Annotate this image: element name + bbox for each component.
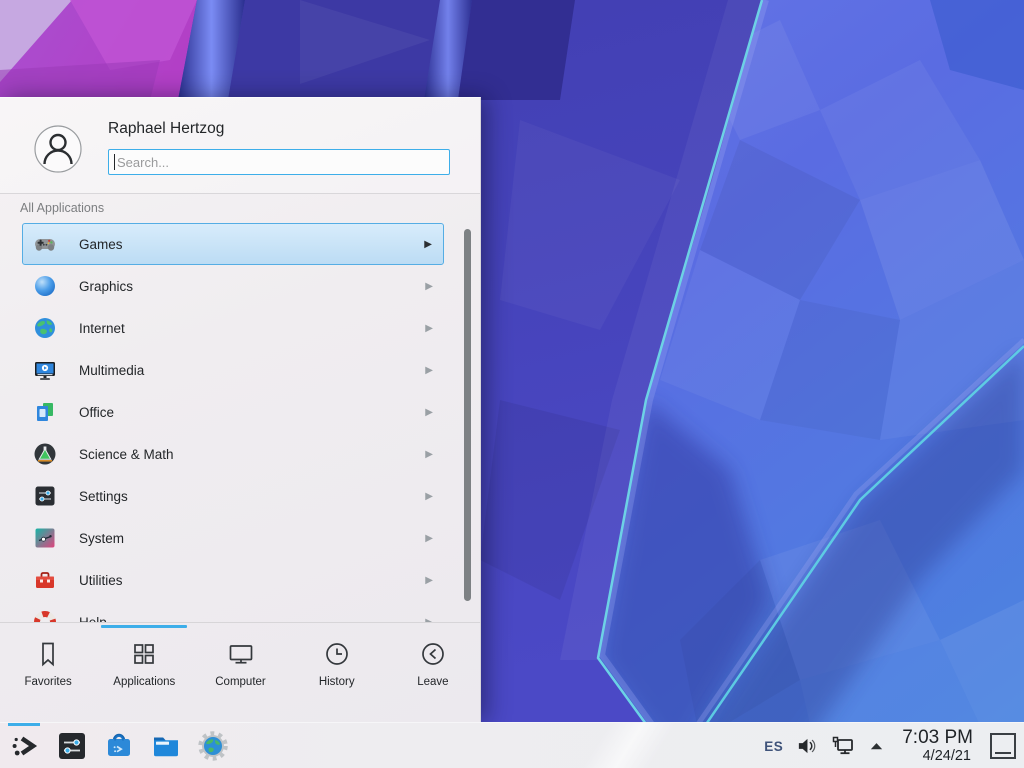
flask-icon [33, 442, 57, 466]
volume-icon[interactable] [796, 735, 817, 757]
user-avatar[interactable] [34, 125, 82, 173]
tab-leave[interactable]: Leave [385, 623, 481, 722]
toolbox-icon [33, 568, 57, 592]
category-row-system[interactable]: System ▶ [22, 517, 444, 559]
category-row-utilities[interactable]: Utilities ▶ [22, 559, 444, 601]
text-caret [114, 154, 115, 170]
system-tray: ES [764, 723, 1016, 768]
tab-history[interactable]: History [289, 623, 385, 722]
leave-icon [418, 639, 448, 669]
grid-icon [129, 639, 159, 669]
submenu-arrow-icon: ▶ [425, 449, 433, 460]
submenu-arrow-icon: ▶ [425, 491, 433, 502]
category-row-help[interactable]: Help ▶ [22, 601, 444, 623]
category-row-internet[interactable]: Internet ▶ [22, 307, 444, 349]
media-monitor-icon [33, 358, 57, 382]
submenu-arrow-icon: ▶ [425, 533, 433, 544]
discover-bag-icon [103, 730, 135, 762]
user-name: Raphael Hertzog [108, 120, 224, 138]
folder-icon [150, 730, 182, 762]
category-list: Games ▶ Graphics ▶ [0, 223, 481, 623]
category-row-settings[interactable]: Settings ▶ [22, 475, 444, 517]
digital-clock[interactable]: 7:03 PM 4/24/21 [902, 728, 973, 764]
clock-date: 4/24/21 [923, 749, 971, 764]
clock-time: 7:03 PM [902, 728, 973, 748]
system-settings-button[interactable] [55, 723, 89, 768]
submenu-arrow-icon: ▶ [425, 323, 433, 334]
category-row-multimedia[interactable]: Multimedia ▶ [22, 349, 444, 391]
keyboard-layout-indicator[interactable]: ES [764, 739, 783, 754]
sliders-icon [33, 484, 57, 508]
category-row-science-math[interactable]: Science & Math ▶ [22, 433, 444, 475]
globe-icon [33, 316, 57, 340]
application-launcher-button[interactable] [8, 723, 42, 768]
submenu-arrow-icon: ▶ [425, 281, 433, 292]
web-browser-button[interactable] [196, 723, 230, 768]
globe-gear-icon [197, 730, 229, 762]
taskbar-panel: ES [0, 722, 1024, 768]
category-row-office[interactable]: Office ▶ [22, 391, 444, 433]
network-icon[interactable] [830, 734, 855, 758]
kde-launcher-icon [9, 730, 41, 762]
clock-icon [322, 639, 352, 669]
tab-computer[interactable]: Computer [192, 623, 288, 722]
desktop: Raphael Hertzog All Applications Games [0, 0, 1024, 768]
submenu-arrow-icon: ▶ [424, 239, 432, 250]
panel-translucency-streak [582, 723, 677, 768]
application-launcher-popup: Raphael Hertzog All Applications Games [0, 97, 481, 722]
search-input[interactable] [108, 149, 450, 175]
show-desktop-widget[interactable] [990, 733, 1016, 759]
monitor-icon [226, 639, 256, 669]
section-label: All Applications [20, 201, 104, 215]
bookmark-icon [33, 639, 63, 669]
expand-up-icon[interactable] [868, 738, 885, 754]
system-settings-icon [56, 730, 88, 762]
category-row-graphics[interactable]: Graphics ▶ [22, 265, 444, 307]
launcher-header: Raphael Hertzog [0, 98, 480, 194]
launcher-tabbar: Favorites Applications Computer [0, 622, 481, 722]
file-manager-button[interactable] [149, 723, 183, 768]
submenu-arrow-icon: ▶ [425, 575, 433, 586]
submenu-arrow-icon: ▶ [425, 365, 433, 376]
tab-favorites[interactable]: Favorites [0, 623, 96, 722]
system-sliders-icon [33, 526, 57, 550]
paint-sphere-icon [33, 274, 57, 298]
tab-applications[interactable]: Applications [96, 623, 192, 722]
documents-icon [33, 400, 57, 424]
gamepad-icon [33, 232, 57, 256]
scrollbar[interactable] [464, 229, 471, 601]
category-row-games[interactable]: Games ▶ [22, 223, 444, 265]
submenu-arrow-icon: ▶ [425, 407, 433, 418]
discover-button[interactable] [102, 723, 136, 768]
